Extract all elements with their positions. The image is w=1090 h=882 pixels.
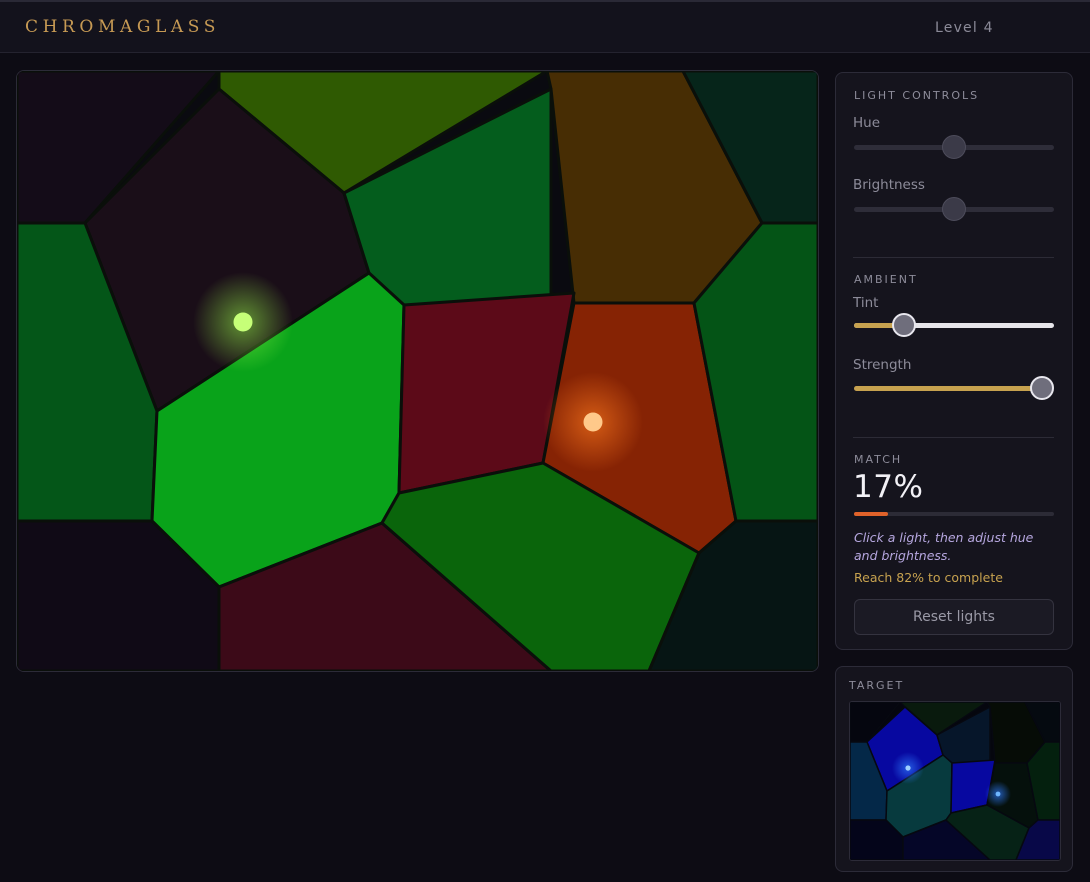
target-light-2 — [995, 791, 1001, 797]
brightness-slider[interactable] — [854, 197, 1054, 221]
strength-slider[interactable] — [854, 376, 1054, 400]
brightness-label: Brightness — [853, 177, 925, 193]
match-percentage: 17% — [853, 469, 924, 505]
strength-label: Strength — [853, 357, 912, 373]
divider — [853, 437, 1054, 438]
level-indicator: Level 4 — [935, 20, 994, 36]
ambient-heading: AMBIENT — [854, 273, 918, 286]
reset-lights-button[interactable]: Reset lights — [854, 599, 1054, 635]
tint-slider-thumb[interactable] — [892, 313, 916, 337]
tint-slider[interactable] — [854, 313, 1054, 337]
green-light[interactable] — [233, 312, 253, 332]
match-heading: MATCH — [854, 453, 903, 466]
light-controls-heading: LIGHT CONTROLS — [854, 89, 980, 102]
target-panel: TARGET — [835, 666, 1073, 872]
match-progress-bar — [854, 512, 1054, 516]
hue-slider-thumb[interactable] — [942, 135, 966, 159]
glass-board[interactable] — [16, 70, 819, 672]
glass-canvas[interactable] — [17, 71, 818, 671]
app-title: CHROMAGLASS — [25, 17, 220, 37]
target-canvas — [850, 702, 1060, 860]
strength-slider-thumb[interactable] — [1030, 376, 1054, 400]
match-progress-fill — [854, 512, 888, 516]
goal-text: Reach 82% to complete — [854, 570, 1003, 585]
hue-slider[interactable] — [854, 135, 1054, 159]
strength-slider-fill — [854, 386, 1042, 391]
orange-light[interactable] — [583, 412, 603, 432]
target-light-1 — [905, 765, 911, 771]
hue-label: Hue — [853, 115, 881, 131]
controls-panel: LIGHT CONTROLS Hue Brightness AMBIENT Ti… — [835, 72, 1073, 650]
divider — [853, 257, 1054, 258]
top-bar: CHROMAGLASS Level 4 — [0, 0, 1090, 53]
brightness-slider-thumb[interactable] — [942, 197, 966, 221]
target-heading: TARGET — [849, 679, 905, 692]
tint-label: Tint — [853, 295, 879, 311]
hint-text: Click a light, then adjust hue and brigh… — [854, 530, 1034, 563]
target-preview — [849, 701, 1061, 861]
